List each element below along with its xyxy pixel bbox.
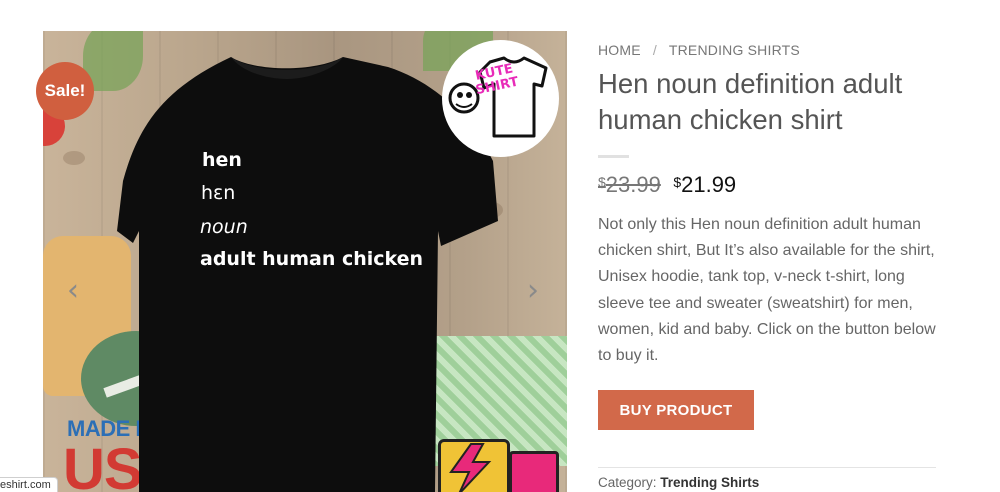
currency-symbol: $ — [673, 174, 682, 190]
product-description: Not only this Hen noun definition adult … — [598, 216, 936, 365]
meta-divider — [598, 467, 936, 468]
shirt-print-line-3: noun — [200, 216, 248, 238]
sale-price-value: 21.99 — [681, 172, 737, 197]
shirt-print-line-4: adult human chicken — [200, 248, 424, 270]
gallery-next-arrow[interactable]: › — [527, 276, 539, 306]
gallery-prev-arrow[interactable]: ‹ — [67, 276, 79, 306]
url-tooltip: eshirt.com — [0, 477, 58, 492]
sale-price: $21.99 — [673, 172, 736, 197]
currency-symbol: $ — [598, 174, 606, 190]
category-label: Category: — [598, 475, 657, 490]
breadcrumb-home-link[interactable]: HOME — [598, 42, 641, 58]
buy-product-button[interactable]: BUY PRODUCT — [598, 390, 754, 430]
product-title: Hen noun definition adult human chicken … — [598, 68, 903, 135]
shirt-print-line-1: hen — [202, 149, 242, 171]
product-category: Category: Trending Shirts — [598, 475, 759, 490]
breadcrumb-separator: / — [652, 42, 657, 58]
shirt-print-line-2: hɛn — [201, 182, 236, 204]
kute-shirt-logo-icon — [448, 56, 548, 138]
price: $23.99 $21.99 — [598, 172, 736, 198]
sale-badge: Sale! — [36, 62, 94, 120]
category-link[interactable]: Trending Shirts — [660, 475, 759, 490]
breadcrumb-section-link[interactable]: TRENDING SHIRTS — [669, 42, 800, 58]
original-price-value: 23.99 — [605, 172, 661, 197]
brand-logo-badge[interactable] — [442, 40, 559, 157]
breadcrumb: HOME / TRENDING SHIRTS — [598, 42, 800, 58]
original-price: $23.99 — [598, 172, 661, 197]
title-divider — [598, 155, 629, 158]
